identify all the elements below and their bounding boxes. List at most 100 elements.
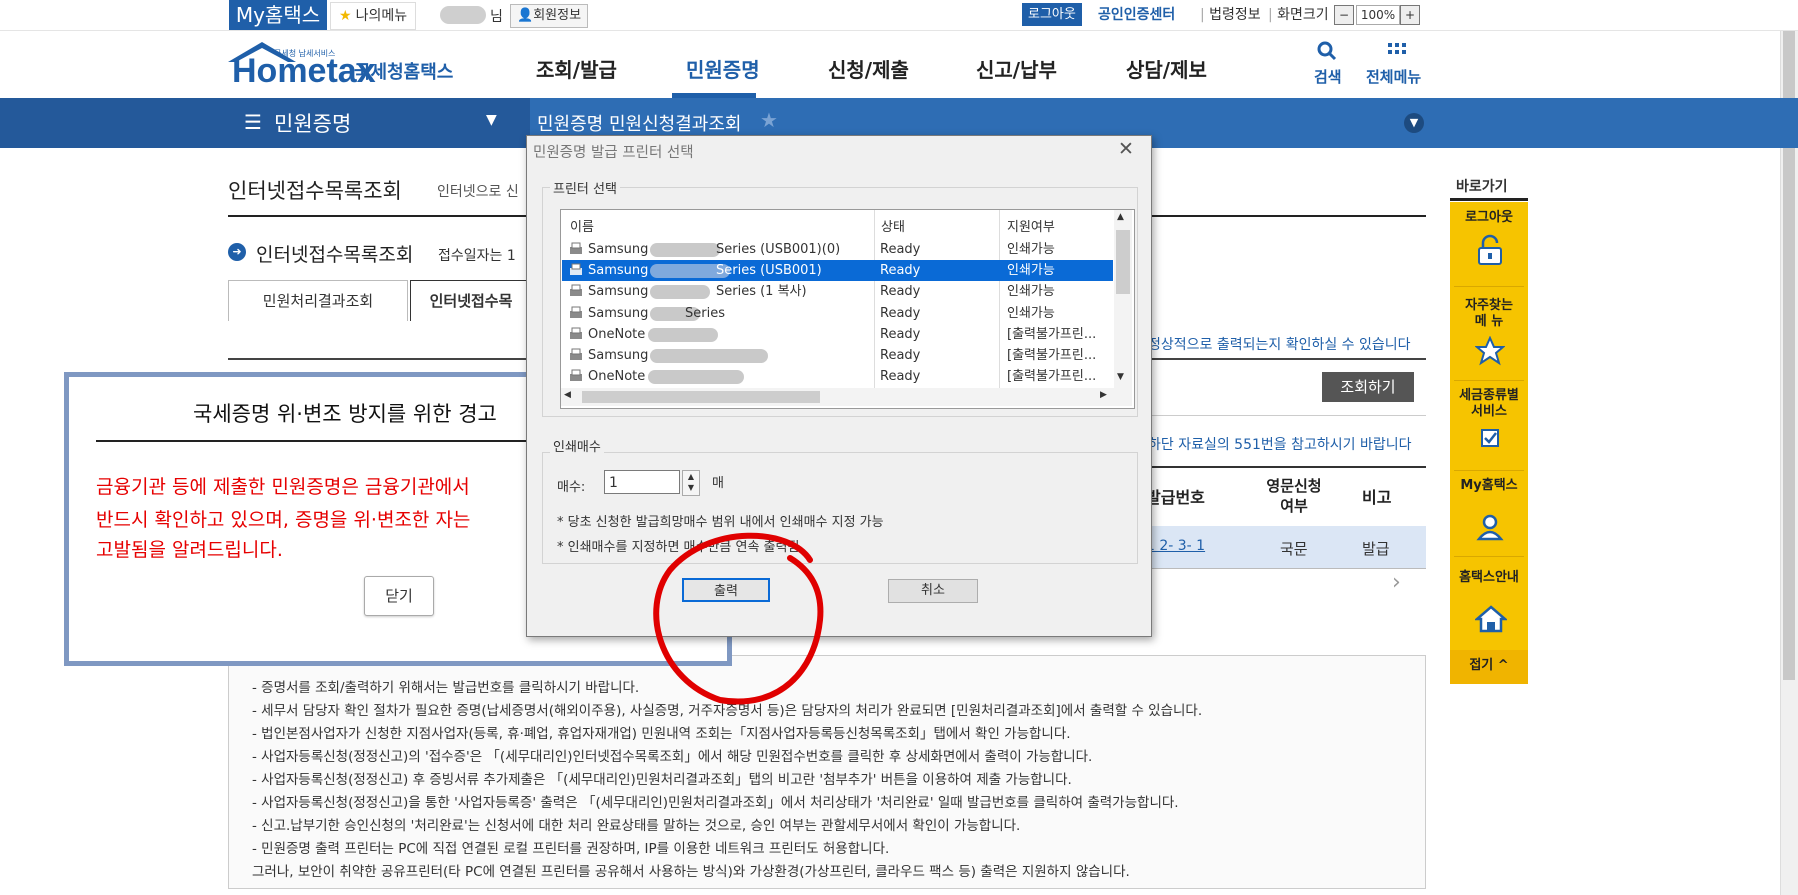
gnb-consult[interactable]: 상담/제보 [1126,54,1207,83]
col-english-request: 영문신청 여부 [1262,476,1326,516]
printer-model: Series (USB001)(0) [716,242,841,257]
printer-list-vscroll-thumb[interactable] [1116,230,1130,294]
scroll-right-icon[interactable]: ▶ [1100,390,1107,400]
zoom-out-button[interactable]: − [1334,5,1354,25]
printer-row[interactable]: Samsung Series Ready 인쇄가능 [562,303,1113,324]
col-note: 비고 [1362,488,1392,507]
law-info-link[interactable]: | 법령정보 [1200,4,1261,24]
issue-number-link[interactable]: 1 2- 3- 1 [1146,538,1205,554]
cancel-button[interactable]: 취소 [888,579,978,603]
quick-my-hometax[interactable]: My홈택스 [1450,478,1528,494]
gnb-certificate[interactable]: 민원증명 [686,54,760,83]
quick-logout[interactable]: 로그아웃 [1450,210,1528,226]
quick-guide[interactable]: 홈택스안내 [1450,570,1528,586]
scroll-left-icon[interactable]: ◀ [564,390,571,400]
search-label[interactable]: 검색 [1314,66,1342,87]
printer-icon [570,306,582,318]
cert-center-link[interactable]: 공인인증센터 [1098,4,1175,24]
all-menu-label[interactable]: 전체메뉴 [1366,66,1421,87]
printer-status: Ready [880,369,921,385]
printer-name-redacted [648,370,744,385]
col-english-line1: 영문신청 [1266,477,1322,495]
printer-status: Ready [880,348,921,363]
printer-row[interactable]: Samsung Series (1 복사) Ready 인쇄가능 [562,281,1113,302]
printer-row[interactable]: Samsung Series (USB001)(0) Ready 인쇄가능 [562,239,1113,260]
col-issue-number: 발급번호 [1146,488,1205,507]
chevron-right-icon[interactable]: › [1392,570,1401,595]
tab-internet-receipt[interactable]: 인터넷접수목 [410,280,532,321]
printer-name: Samsung [588,284,649,300]
warning-close-button[interactable]: 닫기 [364,576,434,616]
logo-subtitle: 국세청 납세서비스 [274,49,336,58]
my-menu-label: 나의메뉴 [355,8,408,24]
dialog-title: 민원증명 발급 프린터 선택 [533,145,694,161]
screen-size-text: 화면크기 [1277,7,1329,23]
quick-tax-service[interactable]: 세금종류별 서비스 [1450,388,1528,420]
warning-text-line: 금융기관 등에 제출한 민원증명은 금융기관에서 [96,476,470,498]
breadcrumb[interactable]: 민원증명 민원신청결과조회 [537,110,741,136]
printer-name: Samsung [588,305,649,321]
warning-text-line: 반드시 확인하고 있으며, 증명을 위·변조한 자는 [96,509,471,531]
grid-menu-icon[interactable] [1387,42,1407,62]
hamburger-icon[interactable]: ☰ [244,110,262,134]
quick-favorites[interactable]: 자주찾는 메 뉴 [1450,298,1528,330]
zoom-in-button[interactable]: + [1400,5,1420,25]
unlock-icon [1478,234,1502,265]
printer-icon [570,327,582,339]
chevron-down-icon[interactable]: ▼ [1404,113,1424,133]
section-description: 접수일자는 1 [438,248,516,264]
gnb-application[interactable]: 신청/제출 [828,54,909,83]
printer-support: 인쇄가능 [1007,305,1055,321]
copies-stepper[interactable]: ▲ ▼ [682,470,700,496]
printer-icon [570,348,582,360]
close-icon[interactable]: ✕ [1118,138,1134,160]
scroll-up-icon[interactable]: ▲ [1117,212,1124,222]
printer-list-hscroll-thumb[interactable] [582,391,820,403]
copies-input[interactable]: 1 [604,470,680,494]
page-title: 인터넷접수목록조회 [228,179,402,203]
separator: | [1268,7,1273,23]
location-bar-section [0,98,530,148]
my-hometax-link[interactable]: My홈택스 [229,0,327,30]
col-printer-support[interactable]: 지원여부 [1007,216,1055,235]
printer-icon [570,369,582,382]
location-section-title[interactable]: 민원증명 [274,108,351,138]
gnb-filing[interactable]: 신고/납부 [976,54,1057,83]
printer-support: 인쇄가능 [1007,263,1055,279]
quick-tax-line1: 세금종류별 [1459,388,1519,403]
quick-favorites-line1: 자주찾는 [1465,298,1513,313]
col-printer-status[interactable]: 상태 [881,216,905,235]
separator: | [1200,7,1205,23]
printer-icon [570,263,582,276]
printer-model: Series (USB001) [716,263,822,279]
gnb-inquiry[interactable]: 조회/발급 [536,54,617,83]
warning-title: 국세증명 위·변조 방지를 위한 경고 [193,402,497,426]
printer-support: [출력불가프린... [1007,348,1097,363]
scroll-down-icon[interactable]: ▼ [1117,372,1124,382]
printer-status: Ready [880,326,921,342]
tab-result-inquiry[interactable]: 민원처리결과조회 [228,280,408,321]
quick-fold-button[interactable]: 접기 ^ [1450,658,1528,674]
search-button[interactable]: 조회하기 [1322,372,1414,402]
logout-button[interactable]: 로그아웃 [1022,3,1082,26]
printer-support: 인쇄가능 [1007,242,1055,257]
notice-line: - 사업자등록신청(정정신고)의 '접수증'은 「(세무대리인)인터넷접수목록조… [252,749,1093,765]
user-icon: 👤 [517,8,534,23]
notice-line: - 법인본점사업자가 신청한 지점사업자(등록, 휴·폐업, 휴업자재개업) 민… [252,726,1071,742]
caret-down-icon[interactable]: ▼ [486,112,497,128]
screen-size-label: | 화면크기 [1268,4,1329,24]
printer-row[interactable]: OneNote Ready [출력불가프린... [562,366,1113,387]
favorite-star-icon[interactable]: ★ [760,108,778,132]
printer-row[interactable]: Samsung Series (USB001) Ready 인쇄가능 [562,260,1113,282]
member-info-button[interactable]: 👤회원정보 [510,4,589,28]
printer-row[interactable]: OneNote Ready [출력불가프린... [562,324,1113,345]
printer-row[interactable]: Samsung Ready [출력불가프린... [562,345,1113,366]
star-icon: ★ [339,8,352,24]
search-icon[interactable] [1316,40,1338,62]
my-menu-button[interactable]: ★ 나의메뉴 [330,2,417,30]
printer-name: Samsung [588,263,649,279]
cell-english: 국문 [1280,540,1308,558]
col-printer-name[interactable]: 이름 [570,216,594,235]
member-info-label: 회원정보 [533,8,582,23]
logo-korean-text: 국세청홈택스 [354,62,454,83]
